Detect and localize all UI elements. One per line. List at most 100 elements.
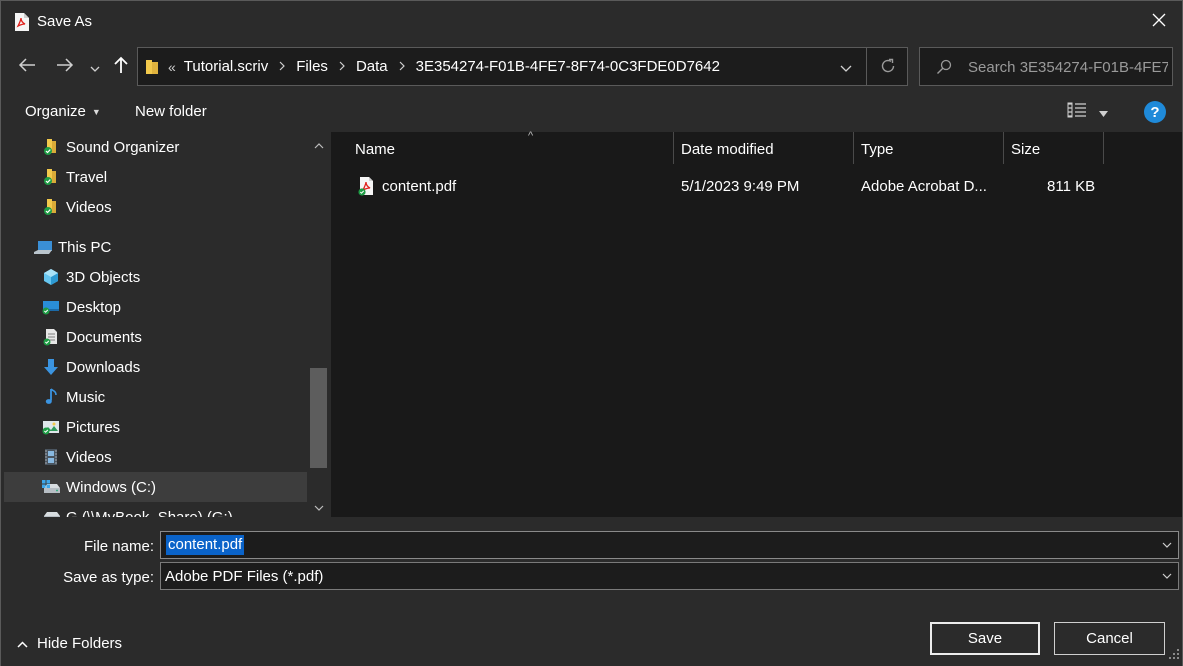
save-as-type-label: Save as type: bbox=[41, 569, 154, 586]
chevron-down-icon[interactable] bbox=[1160, 538, 1174, 552]
save-options-panel: File name: content.pdf Save as type: Ado… bbox=[1, 517, 1182, 666]
file-list: Name ^ Date modified Type Size content.p… bbox=[331, 130, 1182, 517]
breadcrumb-item[interactable]: 3E354274-F01B-4FE7-8F74-0C3FDE0D7642 bbox=[416, 58, 720, 75]
sidebar-item-label: Sound Organizer bbox=[66, 138, 180, 156]
sort-ascending-icon: ^ bbox=[528, 130, 534, 142]
breadcrumb-overflow-icon[interactable]: « bbox=[168, 59, 176, 75]
sidebar-item-label: Windows (C:) bbox=[66, 478, 157, 496]
column-header-name[interactable]: Name ^ bbox=[355, 130, 673, 166]
column-divider[interactable] bbox=[853, 132, 854, 164]
documents-icon bbox=[41, 327, 61, 347]
column-divider[interactable] bbox=[1103, 132, 1104, 164]
folder-synced-icon bbox=[41, 137, 61, 157]
file-name-label: File name: bbox=[61, 538, 154, 555]
address-dropdown-button[interactable] bbox=[835, 57, 857, 77]
chevron-down-icon bbox=[90, 59, 100, 76]
title-bar: Save As bbox=[1, 1, 1182, 43]
sidebar-item-label: Downloads bbox=[66, 358, 141, 376]
sidebar-item-label: Documents bbox=[66, 328, 142, 346]
file-name-label-text: File name: bbox=[83, 538, 154, 555]
sidebar-item-label: G (\\MyBook_Share) (G:) bbox=[66, 508, 233, 518]
column-header-label: Size bbox=[1011, 140, 1041, 158]
sidebar-item-desktop[interactable]: Desktop bbox=[4, 292, 307, 322]
organize-button[interactable]: Organize ▼ bbox=[25, 103, 101, 120]
scroll-up-button[interactable] bbox=[312, 137, 326, 151]
navigation-bar: « Tutorial.scriv Files Data 3E354274-F01… bbox=[1, 43, 1182, 91]
help-button[interactable]: ? bbox=[1144, 101, 1166, 123]
chevron-right-icon[interactable] bbox=[339, 59, 345, 74]
downloads-icon bbox=[41, 357, 61, 377]
breadcrumb: « Tutorial.scriv Files Data 3E354274-F01… bbox=[168, 58, 720, 75]
sidebar-item-sound-organizer[interactable]: Sound Organizer bbox=[4, 132, 307, 162]
breadcrumb-item[interactable]: Data bbox=[356, 58, 388, 75]
refresh-button[interactable] bbox=[876, 57, 900, 79]
file-row[interactable]: content.pdf 5/1/2023 9:49 PM Adobe Acrob… bbox=[349, 172, 1109, 202]
sidebar-item-3d-objects[interactable]: 3D Objects bbox=[4, 262, 307, 292]
sidebar-item-network-drive-g[interactable]: G (\\MyBook_Share) (G:) bbox=[4, 502, 307, 517]
close-button[interactable] bbox=[1136, 1, 1182, 43]
search-input[interactable] bbox=[968, 56, 1168, 78]
sidebar-item-videos-synced[interactable]: Videos bbox=[4, 192, 307, 222]
sidebar-item-this-pc[interactable]: This PC bbox=[4, 232, 307, 262]
sidebar-item-travel[interactable]: Travel bbox=[4, 162, 307, 192]
chevron-right-icon[interactable] bbox=[279, 59, 286, 74]
sidebar-item-pictures[interactable]: Pictures bbox=[4, 412, 307, 442]
save-as-type-value: Adobe PDF Files (*.pdf) bbox=[165, 568, 324, 585]
organize-label: Organize bbox=[25, 103, 86, 120]
chevron-right-icon[interactable] bbox=[399, 59, 405, 74]
search-icon bbox=[936, 59, 952, 79]
sidebar-item-windows-c[interactable]: Windows (C:) bbox=[4, 472, 307, 502]
column-header-date-modified[interactable]: Date modified bbox=[681, 132, 853, 166]
caret-down-icon bbox=[1099, 104, 1108, 121]
back-button[interactable] bbox=[13, 53, 41, 81]
breadcrumb-item[interactable]: Tutorial.scriv bbox=[184, 58, 268, 75]
3d-objects-icon bbox=[41, 267, 61, 287]
sidebar-item-downloads[interactable]: Downloads bbox=[4, 352, 307, 382]
scrollbar-thumb[interactable] bbox=[310, 368, 327, 468]
sidebar-item-label: Pictures bbox=[66, 418, 121, 436]
sidebar-item-label: Desktop bbox=[66, 298, 122, 316]
breadcrumb-item[interactable]: Files bbox=[296, 58, 328, 75]
sidebar-item-documents[interactable]: Documents bbox=[4, 322, 307, 352]
chevron-down-icon[interactable] bbox=[1160, 569, 1174, 583]
cancel-button[interactable]: Cancel bbox=[1054, 622, 1165, 655]
acrobat-icon bbox=[13, 13, 29, 31]
forward-button[interactable] bbox=[51, 53, 79, 81]
change-view-button[interactable] bbox=[1067, 102, 1113, 122]
file-name: content.pdf bbox=[382, 178, 457, 195]
up-button[interactable] bbox=[107, 53, 135, 81]
save-button-label: Save bbox=[967, 630, 1003, 647]
command-toolbar: Organize ▼ New folder ? bbox=[1, 91, 1182, 132]
address-bar[interactable]: « Tutorial.scriv Files Data 3E354274-F01… bbox=[137, 47, 908, 86]
sidebar-item-videos[interactable]: Videos bbox=[4, 442, 307, 472]
window-title: Save As bbox=[37, 13, 93, 30]
save-as-type-select[interactable]: Adobe PDF Files (*.pdf) bbox=[160, 562, 1179, 590]
sidebar-item-label: This PC bbox=[58, 238, 112, 256]
sidebar-item-label: Videos bbox=[66, 448, 112, 466]
scroll-down-button[interactable] bbox=[312, 499, 326, 513]
column-divider[interactable] bbox=[1003, 132, 1004, 164]
pdf-file-icon bbox=[357, 176, 375, 200]
resize-grip-icon[interactable] bbox=[1168, 647, 1180, 664]
sidebar-scrollbar[interactable] bbox=[308, 132, 329, 517]
column-header-type[interactable]: Type bbox=[861, 132, 1003, 166]
cancel-button-label: Cancel bbox=[1086, 630, 1133, 647]
chevron-down-icon bbox=[840, 59, 852, 76]
column-header-size[interactable]: Size bbox=[1011, 132, 1103, 166]
sidebar-item-label: 3D Objects bbox=[66, 268, 141, 286]
save-button[interactable]: Save bbox=[930, 622, 1040, 655]
new-folder-button[interactable]: New folder bbox=[135, 103, 207, 120]
file-name-field[interactable]: content.pdf bbox=[160, 531, 1179, 559]
chevron-up-icon bbox=[17, 635, 28, 652]
recent-locations-button[interactable] bbox=[83, 53, 107, 81]
save-as-type-label-text: Save as type: bbox=[63, 569, 154, 586]
column-divider[interactable] bbox=[673, 132, 674, 164]
network-drive-icon bbox=[41, 507, 61, 517]
sidebar-item-music[interactable]: Music bbox=[4, 382, 307, 412]
column-header-label: Name bbox=[355, 140, 396, 158]
file-name-value[interactable]: content.pdf bbox=[166, 535, 245, 555]
column-header-label: Date modified bbox=[681, 140, 774, 158]
save-as-dialog: Save As « Tutorial.scriv Files Data 3E35… bbox=[0, 0, 1183, 666]
desktop-icon bbox=[41, 297, 61, 317]
hide-folders-button[interactable]: Hide Folders bbox=[17, 635, 122, 652]
